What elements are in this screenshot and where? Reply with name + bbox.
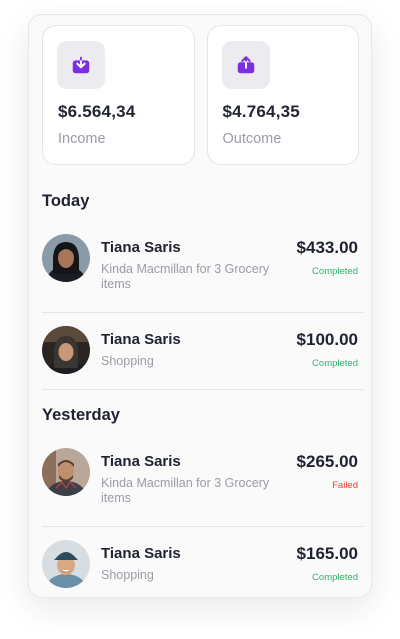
outcome-amount: $4.764,35 <box>222 102 300 121</box>
transaction-name: Tiana Saris <box>101 331 181 348</box>
transaction-row[interactable]: Tiana Saris Kinda Macmillan for 3 Grocer… <box>42 234 364 312</box>
income-amount: $6.564,34 <box>58 102 136 121</box>
avatar <box>42 326 90 374</box>
avatar <box>42 540 90 588</box>
section-title-today: Today <box>42 192 90 210</box>
divider <box>42 389 364 390</box>
avatar <box>42 448 90 496</box>
divider <box>42 526 364 527</box>
transaction-amount: $100.00 <box>296 330 358 349</box>
transaction-description: Kinda Macmillan for 3 Grocery items <box>101 476 270 505</box>
divider <box>42 312 364 313</box>
transaction-name: Tiana Saris <box>101 545 181 562</box>
transaction-row[interactable]: Tiana Saris Kinda Macmillan for 3 Grocer… <box>42 448 364 526</box>
transaction-description: Kinda Macmillan for 3 Grocery items <box>101 262 270 291</box>
transaction-row[interactable]: Tiana Saris Shopping $100.00 Completed <box>42 326 364 404</box>
upload-icon <box>221 41 270 89</box>
status-badge: Completed <box>312 266 358 277</box>
avatar <box>42 234 90 282</box>
transactions-panel: $6.564,34 Income $4.764,35 Outcome Today <box>28 14 372 598</box>
status-badge: Completed <box>312 358 358 369</box>
outcome-card[interactable]: $4.764,35 Outcome <box>206 25 359 165</box>
income-label: Income <box>58 131 106 147</box>
status-badge: Failed <box>332 480 358 491</box>
transaction-row[interactable]: Tiana Saris Shopping $165.00 Completed <box>42 540 364 597</box>
transaction-description: Shopping <box>101 568 154 582</box>
income-card[interactable]: $6.564,34 Income <box>42 25 195 165</box>
download-icon <box>57 41 105 89</box>
transaction-description: Shopping <box>101 354 154 368</box>
summary-cards: $6.564,34 Income $4.764,35 Outcome <box>42 25 359 165</box>
section-title-yesterday: Yesterday <box>42 406 120 424</box>
transaction-amount: $433.00 <box>296 238 358 257</box>
transaction-amount: $165.00 <box>296 544 358 563</box>
status-badge: Completed <box>312 572 358 583</box>
transaction-amount: $265.00 <box>296 452 358 471</box>
transaction-name: Tiana Saris <box>101 453 181 470</box>
outcome-label: Outcome <box>222 131 282 147</box>
transaction-name: Tiana Saris <box>101 239 181 256</box>
